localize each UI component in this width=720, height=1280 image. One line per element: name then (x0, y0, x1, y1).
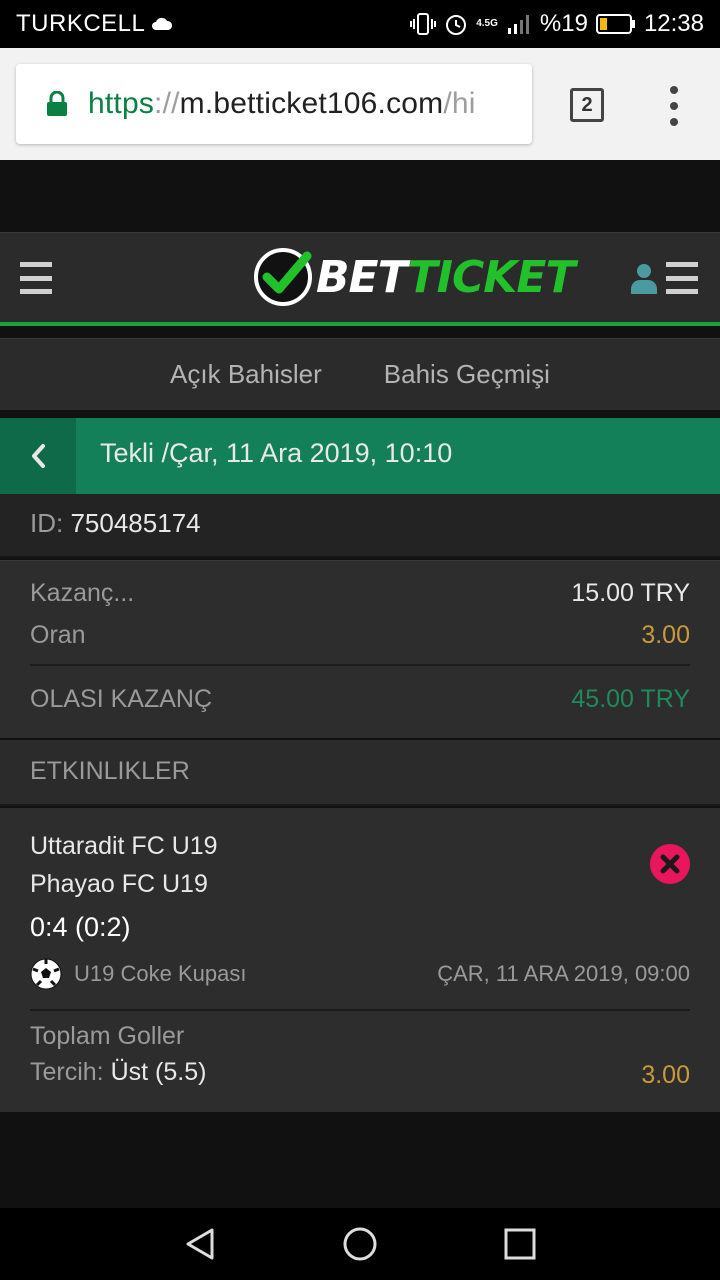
back-button[interactable] (0, 418, 76, 494)
event-date: ÇAR, 11 ARA 2019, 09:00 (437, 961, 690, 986)
bet-id-value: 750485174 (70, 508, 201, 538)
odds-value: 3.00 (641, 621, 690, 649)
header-accent-line (0, 322, 720, 326)
events-header: ETKINLIKLER (0, 740, 720, 806)
stake-row: Kazanç... 15.00 TRY (30, 579, 690, 608)
selection: Tercih: Üst (5.5) (30, 1058, 206, 1087)
vibrate-icon (410, 13, 437, 35)
selection-label: Tercih: (30, 1058, 104, 1086)
clock: 12:38 (643, 10, 704, 37)
battery-icon (595, 14, 635, 34)
league-row: U19 Coke Kupası ÇAR, 11 ARA 2019, 09:00 (30, 958, 690, 990)
bet-id-label: ID: (30, 508, 64, 538)
away-team: Phayao FC U19 (30, 870, 208, 898)
checkmark-logo-icon (254, 248, 312, 306)
cloud-icon (152, 17, 173, 30)
status-bar: TURKCELL 4.5G %19 12:38 (0, 0, 720, 48)
bet-id-row: ID: 750485174 (0, 494, 720, 558)
league-name: U19 Coke Kupası (74, 961, 247, 986)
market-name: Toplam Goller (30, 1022, 185, 1050)
network-type: 4.5G (476, 18, 498, 29)
page-spacer (0, 160, 720, 232)
user-icon (631, 264, 657, 294)
user-menu-button[interactable] (630, 262, 698, 294)
system-nav-bar (0, 1208, 720, 1280)
event-divider (30, 1009, 690, 1011)
potential-win-row: OLASI KAZANÇ 45.00 TRY (30, 685, 690, 714)
lost-x-icon (650, 844, 690, 884)
selection-value: Üst (5.5) (110, 1058, 207, 1086)
summary-divider (30, 664, 690, 666)
event-card: Uttaradit FC U19 Phayao FC U19 0:4 (0:2)… (0, 808, 720, 1112)
bet-title-bar: Tekli /Çar, 11 Ara 2019, 10:10 (0, 418, 720, 494)
potential-win-label: OLASI KAZANÇ (30, 685, 212, 713)
overflow-menu-icon[interactable] (664, 86, 684, 126)
match-score: 0:4 (0:2) (30, 912, 131, 942)
home-team: Uttaradit FC U19 (30, 832, 218, 860)
home-circle-icon[interactable] (342, 1226, 378, 1262)
odds-label: Oran (30, 621, 86, 649)
lock-icon (47, 91, 67, 116)
alarm-icon (446, 15, 467, 35)
tab-open-bets[interactable]: Açık Bahisler (170, 359, 322, 390)
tab-switcher-button[interactable]: 2 (570, 88, 604, 122)
tab-count: 2 (581, 93, 593, 116)
main-menu-icon[interactable] (20, 262, 52, 294)
address-bar[interactable]: https://m.betticket106.com/hi (16, 64, 532, 144)
battery-percent: %19 (539, 10, 588, 37)
odds-row: Oran 3.00 (30, 621, 690, 650)
soccer-ball-icon (30, 958, 62, 990)
chevron-left-icon (32, 444, 45, 468)
site-logo[interactable]: BETTICKET (252, 246, 575, 308)
bet-title: Tekli /Çar, 11 Ara 2019, 10:10 (100, 438, 453, 468)
logo-wordmark: BETTICKET (316, 251, 575, 303)
carrier-name: TURKCELL (16, 10, 146, 37)
tab-bet-history[interactable]: Bahis Geçmişi (384, 359, 550, 390)
signal-icon (507, 15, 529, 34)
stake-label: Kazanç... (30, 579, 135, 607)
bet-summary: Kazanç... 15.00 TRY Oran 3.00 OLASI KAZA… (0, 560, 720, 738)
recents-square-icon[interactable] (502, 1226, 538, 1262)
url-text: https://m.betticket106.com/hi (88, 87, 476, 120)
stake-value: 15.00 TRY (571, 579, 690, 607)
browser-toolbar: https://m.betticket106.com/hi 2 (0, 48, 720, 160)
bets-tab-bar: Açık Bahisler Bahis Geçmişi (0, 338, 720, 410)
user-menu-lines-icon (666, 262, 698, 294)
potential-win-value: 45.00 TRY (571, 685, 690, 713)
selection-odds: 3.00 (641, 1061, 690, 1089)
back-triangle-icon[interactable] (182, 1226, 218, 1262)
